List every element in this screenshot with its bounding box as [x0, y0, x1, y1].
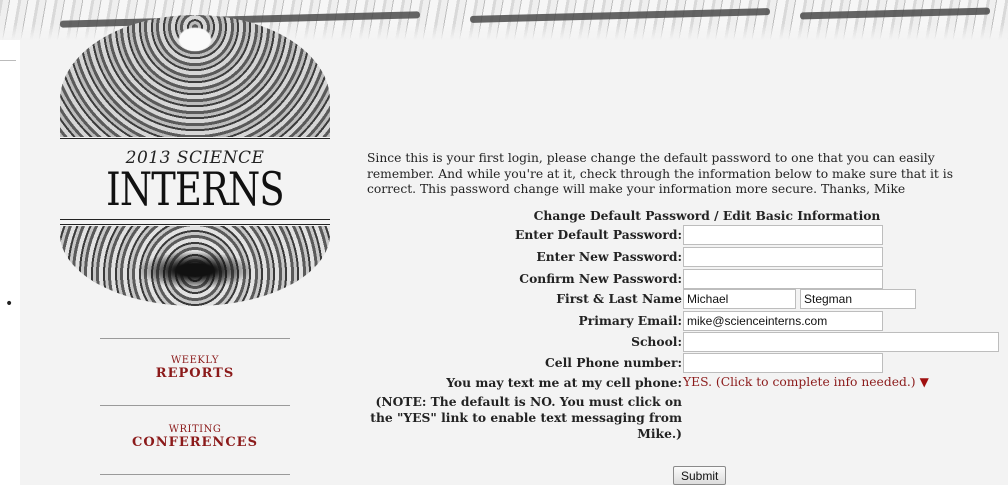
new-password-label: Enter New Password: [536, 249, 682, 264]
confirm-password-input[interactable] [683, 269, 883, 289]
new-password-input[interactable] [683, 247, 883, 267]
nav-small-label: WEEKLY [171, 355, 219, 366]
strip-divider [0, 60, 16, 61]
default-password-label: Enter Default Password: [514, 227, 682, 242]
cell-phone-label: Cell Phone number: [544, 355, 682, 370]
logo-rule [60, 219, 330, 220]
logo-rule [60, 138, 330, 139]
text-default-note: (NOTE: The default is NO. You must click… [370, 394, 682, 441]
nav-writing-conferences-link[interactable]: WRITING CONFERENCES [100, 424, 290, 450]
email-label: Primary Email: [578, 313, 682, 328]
name-label: First & Last Name [556, 291, 682, 306]
nav-separator [100, 474, 290, 475]
confirm-password-label: Confirm New Password: [519, 271, 682, 286]
submit-button[interactable]: Submit [673, 466, 727, 485]
nav-big-label: REPORTS [155, 366, 235, 381]
first-name-input[interactable] [683, 289, 796, 309]
nav-separator [100, 338, 290, 339]
email-input[interactable] [683, 311, 883, 331]
nav-small-label: WRITING [168, 424, 222, 435]
default-password-input[interactable] [683, 225, 883, 245]
intro-message: Since this is your first login, please c… [367, 151, 954, 196]
caret-down-icon: ▼ [919, 375, 929, 389]
text-yes-link[interactable]: YES. (Click to complete info needed.) ▼ [683, 375, 929, 389]
banner-brush-stroke [469, 8, 771, 23]
nav-weekly-reports-link[interactable]: WEEKLY REPORTS [100, 355, 290, 381]
cell-phone-input[interactable] [683, 353, 883, 373]
left-strip [0, 40, 20, 485]
school-label: School: [631, 334, 682, 349]
logo-title-text: INTERNS [106, 162, 284, 216]
nav-separator [100, 405, 290, 406]
banner-brush-stroke [799, 7, 991, 20]
logo-rule [60, 224, 330, 225]
logo-image-bottom [60, 226, 330, 306]
last-name-input[interactable] [800, 289, 916, 309]
bullet-icon: • [5, 296, 14, 312]
text-me-label: You may text me at my cell phone: [446, 375, 682, 390]
form-title: Change Default Password / Edit Basic Inf… [533, 208, 881, 223]
text-yes-link-label: YES. (Click to complete info needed.) [683, 375, 916, 389]
nav-big-label: CONFERENCES [132, 435, 258, 450]
school-input[interactable] [683, 332, 999, 352]
